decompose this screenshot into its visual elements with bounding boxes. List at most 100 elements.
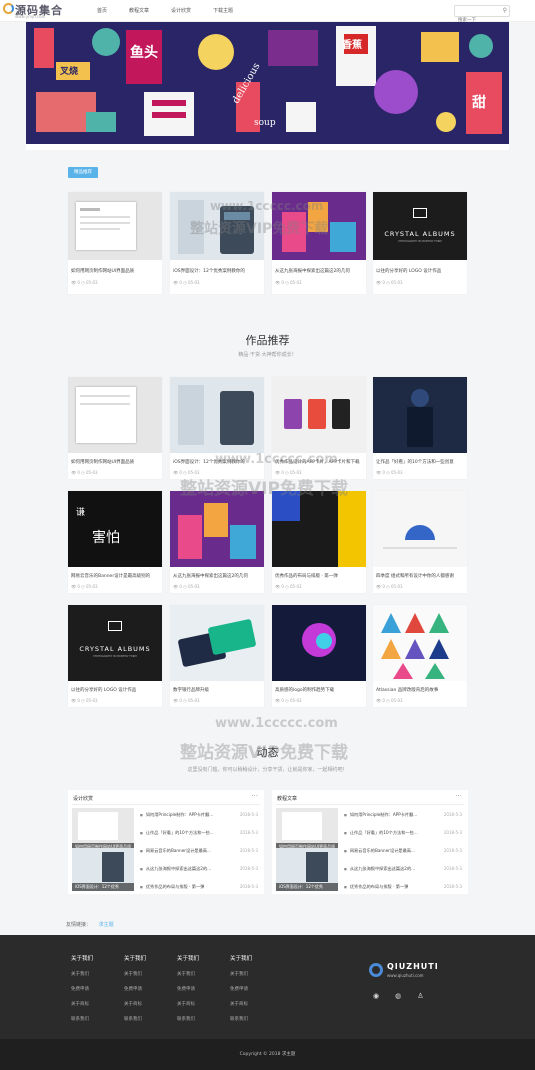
footer-column: 关于我们 关于我们 免费申请 关于商标 联系我们 [177, 954, 199, 1031]
card-title[interactable]: 从这九张海报中探索出这篇这2的几何 [275, 268, 363, 274]
list-item[interactable]: 从这九张海报中探索出这篇这2的... [140, 866, 211, 872]
card-title[interactable]: 四季度 组式和所有设计中你的人都感谢 [376, 573, 464, 579]
card-title[interactable]: 让作品「好看」的10个方法和一些创意 [376, 459, 464, 465]
footer-link[interactable]: 关于我们 [71, 971, 93, 977]
banner-text-yutou: 鱼头 [130, 45, 158, 61]
card-meta: 👁 0 ◷ 05-03 [376, 584, 403, 589]
work-card[interactable]: 从这九张海报中探索出这篇这2的几何 👁 0 ◷ 05-03 [170, 491, 264, 593]
qq-icon[interactable]: ♙ [417, 992, 423, 1000]
footer-column: 关于我们 关于我们 免费申请 关于商标 联系我们 [124, 954, 146, 1031]
more-icon[interactable]: ··· [455, 792, 462, 800]
thumb-qian: 谦 [76, 508, 86, 518]
nav-item-home[interactable]: 首页 [97, 7, 107, 14]
list-item[interactable]: 网易云音乐的Banner设计是最高... [140, 848, 211, 854]
site-logo[interactable]: 源码集合 www.ymjh.com [3, 2, 83, 20]
card-title[interactable]: Atlassian 品牌改版背后的故事 [376, 687, 464, 693]
list-item[interactable]: 从这九张海报中探索出这篇这2的... [344, 866, 415, 872]
list-item[interactable]: 优秀作品的布局与排版 · 第一弹 [344, 884, 408, 890]
card-meta: 👁 0 ◷ 05-03 [376, 280, 403, 285]
footer-link[interactable]: 免费申请 [124, 986, 146, 992]
list-item[interactable]: 网易云音乐的Banner设计是最高... [344, 848, 415, 854]
divider [72, 804, 260, 805]
card-title[interactable]: 数字银行品牌升级 [173, 687, 261, 693]
list-item[interactable]: 优秀作品的布局与排版 · 第一弹 [140, 884, 204, 890]
wechat-icon[interactable]: ◍ [395, 992, 401, 1000]
featured-card-1[interactable]: 如何用网页制作网站UI界面品质 👁 0 ◷ 05-03 [68, 192, 162, 294]
list-item[interactable]: 让作品「好看」的10个方法和一些... [140, 830, 214, 836]
search-icon[interactable]: ⚲ [503, 7, 507, 14]
box-title: 教程文章 [277, 796, 298, 802]
card-title[interactable]: 以往的分享好的 LOGO 设计作品 [71, 687, 159, 693]
banner-text-tian: 甜 [472, 95, 486, 111]
nav-item-themes[interactable]: 下载主题 [213, 7, 233, 14]
footer-link[interactable]: 关于商标 [124, 1001, 146, 1007]
more-icon[interactable]: ··· [251, 792, 258, 800]
work-card[interactable]: 优秀作品设计的APP卡片，APP卡片和下载 👁 0 ◷ 05-03 [272, 377, 366, 479]
work-card[interactable]: 数字银行品牌升级 👁 0 ◷ 05-03 [170, 605, 264, 707]
footer-link[interactable]: 免费申请 [71, 986, 93, 992]
site-header: 源码集合 www.ymjh.com 首页 教程文章 设计欣赏 下载主题 ⚲ [0, 0, 535, 26]
list-item[interactable]: 如何用Principle制作：APP卡片翻... [344, 812, 417, 818]
nav-item-design[interactable]: 设计欣赏 [171, 7, 191, 14]
footer-link[interactable]: 关于我们 [124, 971, 146, 977]
card-thumbnail [170, 491, 264, 567]
featured-card-2[interactable]: iOS界面设计：12个优秀案例教你的 👁 0 ◷ 05-03 [170, 192, 264, 294]
card-title[interactable]: 优秀作品的布局与排版 · 第一弹 [275, 573, 363, 579]
work-card[interactable]: Atlassian 品牌改版背后的故事 👁 0 ◷ 05-03 [373, 605, 467, 707]
work-card[interactable]: 谦 害怕 网易云音乐的Banner设计是最高级别的 👁 0 ◷ 05-03 [68, 491, 162, 593]
nav-item-tutorials[interactable]: 教程文章 [129, 7, 149, 14]
card-title[interactable]: 高质感的logo的制作趋势下载 [275, 687, 363, 693]
featured-card-4[interactable]: CRYSTAL ALBUMS PHOTOGRAPHY IN MONTHLY FO… [373, 192, 467, 294]
card-title[interactable]: 以往的分享好的 LOGO 设计作品 [376, 268, 464, 274]
footer-link[interactable]: 免费申请 [177, 986, 199, 992]
work-card[interactable]: CRYSTAL ALBUMS PHOTOGRAPHY IN MONTHLY FO… [68, 605, 162, 707]
card-meta: 👁 0 ◷ 05-03 [173, 470, 200, 475]
card-meta: 👁 0 ◷ 05-03 [275, 280, 302, 285]
work-card[interactable]: 优秀作品的布局与排版 · 第一弹 👁 0 ◷ 05-03 [272, 491, 366, 593]
card-title[interactable]: iOS界面设计：12个优秀案例教你的 [173, 459, 261, 465]
work-card[interactable]: iOS界面设计：12个优秀案例教你的 👁 0 ◷ 05-03 [170, 377, 264, 479]
card-thumbnail [68, 192, 162, 260]
footer-link[interactable]: 联系我们 [177, 1016, 199, 1022]
brand-q-icon [369, 963, 383, 977]
work-card[interactable]: 高质感的logo的制作趋势下载 👁 0 ◷ 05-03 [272, 605, 366, 707]
footer-link[interactable]: 关于我们 [230, 971, 252, 977]
footer-link[interactable]: 关于商标 [177, 1001, 199, 1007]
work-card[interactable]: 让作品「好看」的10个方法和一些创意 👁 0 ◷ 05-03 [373, 377, 467, 479]
footer-link[interactable]: 联系我们 [71, 1016, 93, 1022]
list-item[interactable]: 让作品「好看」的10个方法和一些... [344, 830, 418, 836]
card-title[interactable]: 从这九张海报中探索出这篇这2的几何 [173, 573, 261, 579]
footer-link[interactable]: 关于我们 [177, 971, 199, 977]
footer-brand-logo[interactable]: QIUZHUTI www.qiuzhuti.com [369, 961, 469, 983]
card-title[interactable]: iOS界面设计：12个优秀案例教你的 [173, 268, 261, 274]
card-meta: 👁 0 ◷ 05-03 [376, 698, 403, 703]
box-thumb[interactable]: 如何用网页制作网站UI界面品质 [276, 808, 338, 851]
card-thumbnail [170, 192, 264, 260]
card-title[interactable]: 如何用网页制作网站UI界面品质 [71, 459, 159, 465]
hero-banner[interactable]: delicious soup 鱼头 叉烧 香蕉 甜 [26, 22, 509, 144]
box-thumb[interactable]: 如何用网页制作网站UI界面品质 [72, 808, 134, 851]
card-thumbnail [373, 605, 467, 681]
list-date: 2018-5-3 [443, 848, 462, 853]
box-thumb[interactable]: iOS界面设计：12个优秀 [276, 848, 338, 891]
friend-link[interactable]: 求主题 [99, 922, 114, 928]
box-thumb[interactable]: iOS界面设计：12个优秀 [72, 848, 134, 891]
weibo-icon[interactable]: ◉ [373, 992, 379, 1000]
tutorial-box: 教程文章 ··· 如何用网页制作网站UI界面品质 iOS界面设计：12个优秀 如… [272, 790, 468, 894]
card-meta: 👁 0 ◷ 05-03 [71, 280, 98, 285]
featured-card-3[interactable]: 从这九张海报中探索出这篇这2的几何 👁 0 ◷ 05-03 [272, 192, 366, 294]
card-title[interactable]: 网易云音乐的Banner设计是最高级别的 [71, 573, 159, 579]
list-date: 2018-5-3 [239, 866, 258, 871]
footer-link[interactable]: 关于商标 [71, 1001, 93, 1007]
footer-link[interactable]: 关于商标 [230, 1001, 252, 1007]
card-title[interactable]: 如何用网页制作网站UI界面品质 [71, 268, 159, 274]
thumb-crystal-title: CRYSTAL ALBUMS [79, 645, 151, 653]
footer-link[interactable]: 联系我们 [124, 1016, 146, 1022]
list-item[interactable]: 如何用Principle制作：APP卡片翻... [140, 812, 213, 818]
work-card[interactable]: 四季度 组式和所有设计中你的人都感谢 👁 0 ◷ 05-03 [373, 491, 467, 593]
featured-tag-button[interactable]: 精品推荐 [68, 167, 98, 178]
work-card[interactable]: 如何用网页制作网站UI界面品质 👁 0 ◷ 05-03 [68, 377, 162, 479]
footer-link[interactable]: 联系我们 [230, 1016, 252, 1022]
card-title[interactable]: 优秀作品设计的APP卡片，APP卡片和下载 [275, 459, 363, 465]
footer-link[interactable]: 免费申请 [230, 986, 252, 992]
